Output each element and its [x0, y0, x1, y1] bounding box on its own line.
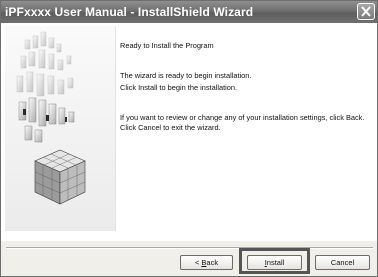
click-install-message: Click Install to begin the installation.	[120, 83, 238, 92]
wizard-side-illustration	[5, 26, 116, 231]
close-button[interactable]	[357, 3, 375, 20]
cancel-button[interactable]: Cancel	[315, 255, 370, 270]
title-bar[interactable]: iPFxxxx User Manual - InstallShield Wiza…	[1, 1, 377, 23]
install-button[interactable]: Install	[247, 255, 302, 270]
ready-message: The wizard is ready to begin installatio…	[120, 71, 252, 80]
button-separator	[6, 247, 373, 249]
review-settings-message: If you want to review or change any of y…	[120, 113, 365, 132]
wizard-content-panel: Ready to Install the Program The wizard …	[1, 23, 377, 241]
back-button[interactable]: < Back	[180, 255, 233, 270]
cube-blocks-icon	[5, 26, 115, 231]
back-label-rest: ack	[206, 258, 219, 267]
close-icon	[361, 6, 371, 17]
step-heading: Ready to Install the Program	[120, 41, 214, 50]
window-title: iPFxxxx User Manual - InstallShield Wiza…	[5, 5, 254, 19]
install-label-rest: nstall	[266, 258, 285, 267]
installshield-wizard-window: iPFxxxx User Manual - InstallShield Wiza…	[0, 0, 378, 277]
